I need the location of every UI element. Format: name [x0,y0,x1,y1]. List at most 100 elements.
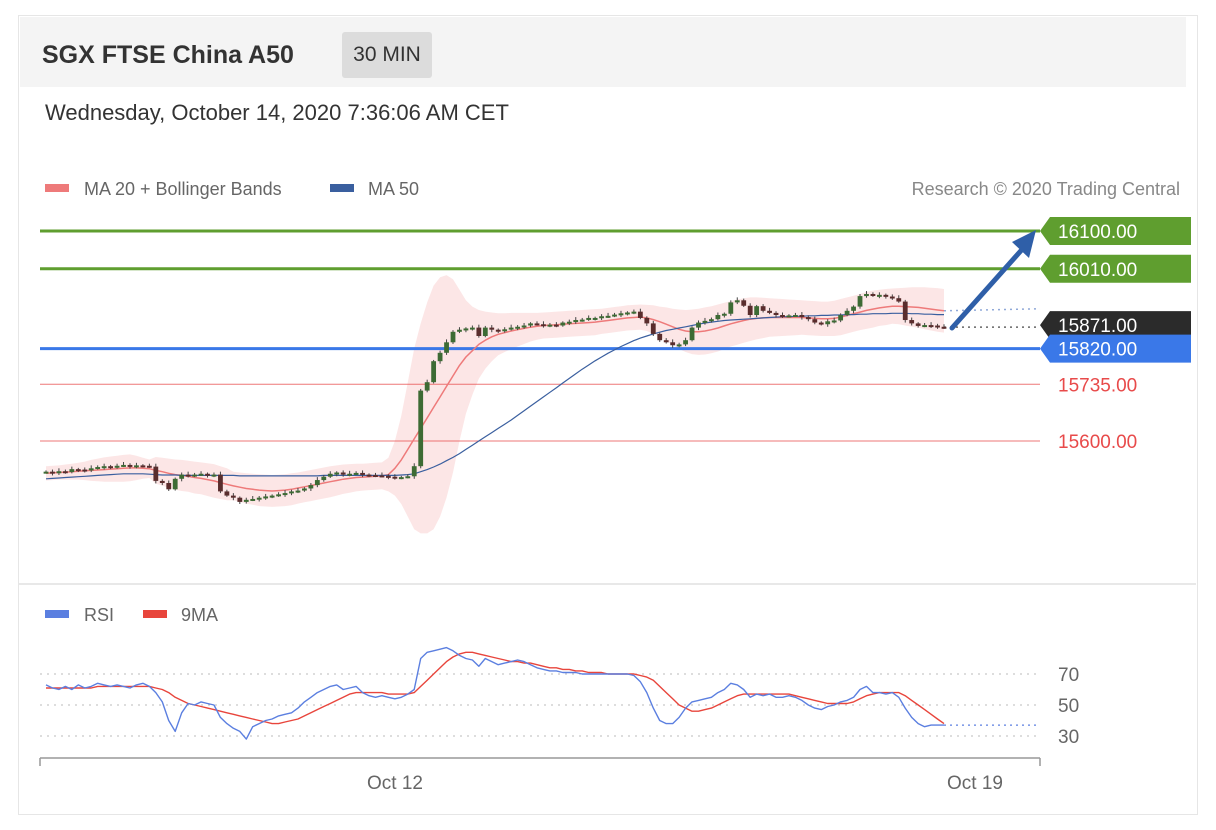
candle-body [75,469,81,472]
candle-body [205,473,210,476]
candle-body [844,310,850,315]
candle-body [327,473,333,477]
candle-body [282,493,288,496]
candle-body [883,294,889,297]
candle-body [256,497,262,500]
candle [482,325,488,338]
candle-body [469,327,475,330]
candle-body [676,344,682,347]
candle-body [146,465,152,468]
candle-body [476,327,482,336]
level-tag-text-16010.00: 16010.00 [1058,260,1137,281]
copyright-text: Research © 2020 Trading Central [912,179,1180,199]
candle-body [457,329,462,332]
candle-body [418,390,424,467]
forecast-arrow-line [949,242,1029,331]
rsi-line [45,646,944,740]
candle-body [121,464,126,467]
candle [418,388,424,469]
candle-body [508,327,514,330]
candle-body [353,472,359,475]
candle-body [347,473,353,476]
candle-body [405,476,411,479]
candle-body [153,466,159,481]
candle-body [683,340,688,345]
level-tag-text-15871.00: 15871.00 [1058,316,1137,337]
candle-body [818,322,824,325]
bollinger-band [46,275,944,534]
candle-body [495,329,501,332]
candle-body [767,310,772,313]
candle-body [289,491,294,494]
candle-body [88,468,94,471]
candle-body [657,333,663,341]
candle-body [754,306,760,315]
candle-body [935,325,940,328]
candle-body [663,340,669,343]
candle-body [553,324,559,327]
rsi-tick-50: 50 [1058,696,1079,717]
time-axis: Oct 12 Oct 19 [39,757,1041,794]
candle-body [366,474,372,477]
x-tick-label: Oct 12 [367,773,423,794]
candle-body [411,466,417,477]
candle-body [599,316,604,319]
candle [657,332,663,342]
candle-body [915,323,921,326]
candle-body [224,491,230,496]
rsi-ma-legend-swatch [143,610,167,618]
candle-body [896,298,902,302]
candle-body [276,494,281,497]
candle-body [605,315,611,318]
candle-body [62,471,68,474]
candle-body [902,301,908,321]
candle-body [159,480,165,483]
candle [689,326,695,342]
chart-canvas: MA 20 + Bollinger Bands MA 50 Research ©… [19,179,1196,794]
candle-body [108,466,114,469]
candle-body [134,465,139,468]
level-tag-text-15735.00: 15735.00 [1058,375,1137,396]
candle-body [889,296,895,299]
rsi-tick-30: 30 [1058,727,1079,748]
candle-body [50,471,55,474]
candle-body [709,319,714,322]
rsi-legend: RSI 9MA [45,605,218,625]
candle-body [689,327,695,341]
candle-body [702,320,708,323]
x-tick-label: Oct 19 [947,773,1003,794]
candle-body [95,467,101,470]
candle-body [398,477,404,480]
candle-body [838,315,844,321]
candle-body [631,311,637,314]
candle-body [728,302,734,314]
candle-body [773,312,779,315]
candle-body [734,300,740,303]
rsi-panel: 70 50 30 [40,646,1079,748]
forecast-arrow-layer [949,230,1036,331]
candle-body [870,294,876,296]
candle-body [909,320,915,324]
candle-body [760,306,766,311]
candle-body [528,323,533,326]
candle-body [625,312,630,315]
candle-body [166,483,172,490]
candle-body [172,478,178,490]
candle-body [573,320,579,323]
candle-body [547,324,553,327]
candle [857,294,863,309]
candle-body [812,319,818,323]
rsi-legend-swatch [45,610,69,618]
candle-body [747,305,753,315]
rsi-tick-70: 70 [1058,665,1079,686]
candle-body [127,464,133,467]
candle-body [444,342,449,353]
candle-body [437,352,443,362]
candle-body [269,495,275,498]
candle-body [612,314,617,317]
rsi-ma-legend-label: 9MA [181,605,218,625]
candle-body [450,331,456,343]
candle-body [43,471,49,474]
candle-body [515,326,521,329]
candle-body [831,320,837,323]
